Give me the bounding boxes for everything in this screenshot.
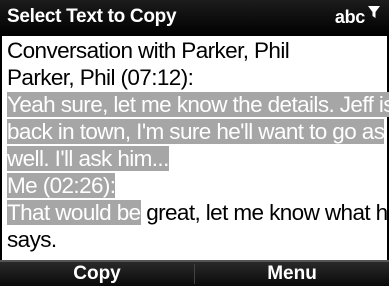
message-line[interactable]: back in town, I'm sure he'll want to go … <box>7 118 385 145</box>
window-title: Select Text to Copy <box>7 6 177 27</box>
conversation-text-area[interactable]: Conversation with Parker, Phil Parker, P… <box>0 36 389 260</box>
input-mode-indicator[interactable]: abc <box>335 4 381 30</box>
message-line[interactable]: That would be great, let me know what he <box>7 199 389 226</box>
selected-text: well. I'll ask him... <box>7 146 169 171</box>
conversation-heading[interactable]: Conversation with Parker, Phil <box>7 37 290 64</box>
title-bar: Select Text to Copy abc <box>0 0 389 36</box>
copy-softkey[interactable]: Copy <box>0 263 194 285</box>
selected-text: back in town, I'm sure he'll want to go … <box>7 119 385 144</box>
message-line[interactable]: well. I'll ask him... <box>7 145 169 172</box>
sender-line[interactable]: Me (02:26): <box>7 172 116 199</box>
softkey-bar: Copy Menu <box>0 260 389 286</box>
selected-text: Me (02:26): <box>7 173 116 198</box>
sender-line[interactable]: Parker, Phil (07:12): <box>7 64 194 91</box>
input-mode-label: abc <box>334 6 365 27</box>
unselected-text: great, let me know what he <box>140 200 389 225</box>
selected-text: Yeah sure, let me know the details. Jeff… <box>7 92 389 117</box>
message-line[interactable]: Yeah sure, let me know the details. Jeff… <box>7 91 389 118</box>
selected-text: That would be <box>7 200 141 225</box>
funnel-icon <box>368 6 380 18</box>
menu-softkey[interactable]: Menu <box>195 263 389 285</box>
message-line[interactable]: says. <box>7 226 57 253</box>
